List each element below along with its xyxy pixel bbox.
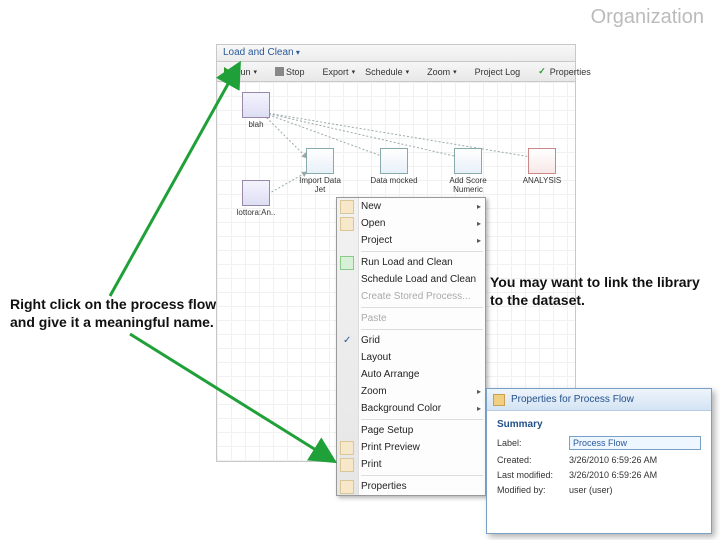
menu-project[interactable]: Project ▸ (337, 232, 485, 249)
callout-left: Right click on the process flow and give… (10, 296, 220, 331)
row-modified: Last modified: 3/26/2010 6:59:26 AM (497, 470, 701, 480)
export-button[interactable]: Export (320, 66, 359, 78)
stop-icon (275, 67, 284, 76)
run-button[interactable]: Run▾ (221, 66, 260, 78)
row-modified-by: Modified by: user (user) (497, 485, 701, 495)
menu-load-clean[interactable]: Load and Clean (223, 47, 300, 58)
submenu-arrow-icon: ▸ (477, 236, 481, 245)
play-icon (224, 67, 232, 77)
properties-button[interactable]: ✓ Properties (535, 65, 594, 78)
menu-create-stored[interactable]: Create Stored Process... (337, 288, 485, 305)
menu-label: Zoom (361, 386, 387, 397)
field-value: 3/26/2010 6:59:26 AM (569, 470, 701, 480)
menu-label: Open (361, 218, 385, 229)
new-icon (340, 200, 354, 214)
menu-schedule-flow[interactable]: Schedule Load and Clean (337, 271, 485, 288)
properties-body: Summary Label: Created: 3/26/2010 6:59:2… (487, 411, 711, 504)
toolbar: Run▾ Stop Export Schedule Zoom Project L… (216, 62, 576, 82)
field-label: Created: (497, 455, 569, 465)
menu-page-setup[interactable]: Page Setup (337, 422, 485, 439)
menu-label: New (361, 201, 381, 212)
stop-button[interactable]: Stop (272, 66, 308, 78)
schedule-button[interactable]: Schedule (362, 66, 412, 78)
node-analysis[interactable]: ANALYSIS (517, 148, 567, 185)
submenu-arrow-icon: ▸ (477, 387, 481, 396)
node-label: lottora:An.. (237, 208, 276, 217)
menu-label: Properties (361, 481, 407, 492)
slide-title: Organization (591, 6, 704, 29)
menu-paste: Paste (337, 310, 485, 327)
menu-label: Layout (361, 352, 391, 363)
node-lottora[interactable]: lottora:An.. (231, 180, 281, 217)
label-input[interactable] (569, 436, 701, 450)
menu-properties[interactable]: Properties (337, 478, 485, 495)
node-label: blah (248, 120, 263, 129)
stop-label: Stop (286, 67, 305, 77)
field-label: Label: (497, 438, 569, 448)
node-label: ANALYSIS (523, 176, 562, 185)
properties-title: Properties for Process Flow (511, 394, 634, 405)
menu-auto-arrange[interactable]: Auto Arrange (337, 366, 485, 383)
check-icon: ✓ (538, 66, 546, 77)
menu-label: Print (361, 459, 382, 470)
play-icon (340, 256, 354, 270)
menu-separator (361, 419, 483, 420)
menu-label: Run Load and Clean (361, 257, 453, 268)
submenu-arrow-icon: ▸ (477, 219, 481, 228)
zoom-button[interactable]: Zoom (424, 66, 460, 78)
open-icon (340, 217, 354, 231)
node-data-mocked[interactable]: Data mocked (369, 148, 419, 185)
callout-right: You may want to link the library to the … (490, 274, 700, 309)
menu-bgcolor[interactable]: Background Color ▸ (337, 400, 485, 417)
node-blah[interactable]: blah (231, 92, 281, 129)
menu-print-preview[interactable]: Print Preview (337, 439, 485, 456)
submenu-arrow-icon: ▸ (477, 404, 481, 413)
properties-titlebar: Properties for Process Flow (487, 389, 711, 411)
menu-new[interactable]: New ▸ (337, 198, 485, 215)
menu-separator (361, 329, 483, 330)
menu-label: Print Preview (361, 442, 420, 453)
properties-icon (340, 480, 354, 494)
project-log-button[interactable]: Project Log (472, 66, 524, 78)
summary-heading: Summary (497, 419, 701, 430)
node-label: Add Score Numeric (449, 176, 486, 194)
menubar[interactable]: Load and Clean (216, 44, 576, 62)
menu-zoom[interactable]: Zoom ▸ (337, 383, 485, 400)
node-label: Import Data Jet (299, 176, 341, 194)
menu-separator (361, 251, 483, 252)
menu-label: Page Setup (361, 425, 413, 436)
node-import[interactable]: Import Data Jet (295, 148, 345, 194)
properties-window: Properties for Process Flow Summary Labe… (486, 388, 712, 534)
menu-open[interactable]: Open ▸ (337, 215, 485, 232)
menu-layout[interactable]: Layout (337, 349, 485, 366)
print-icon (340, 458, 354, 472)
menu-label: Background Color (361, 403, 441, 414)
menu-label: Auto Arrange (361, 369, 419, 380)
menu-run-flow[interactable]: Run Load and Clean (337, 254, 485, 271)
field-value: user (user) (569, 485, 701, 495)
menu-label: Create Stored Process... (361, 291, 471, 302)
field-label: Last modified: (497, 470, 569, 480)
menu-label: Grid (361, 335, 380, 346)
submenu-arrow-icon: ▸ (477, 202, 481, 211)
preview-icon (340, 441, 354, 455)
context-menu: New ▸ Open ▸ Project ▸ Run Load and Clean S… (336, 197, 486, 496)
row-label: Label: (497, 436, 701, 450)
project-log-label: Project Log (475, 67, 521, 77)
menu-label: Project (361, 235, 392, 246)
row-created: Created: 3/26/2010 6:59:26 AM (497, 455, 701, 465)
menu-separator (361, 475, 483, 476)
node-add-score[interactable]: Add Score Numeric (443, 148, 493, 194)
menu-grid[interactable]: Grid (337, 332, 485, 349)
run-label: Run (234, 67, 251, 77)
menu-separator (361, 307, 483, 308)
menu-label: Paste (361, 313, 387, 324)
menu-label: Schedule Load and Clean (361, 274, 476, 285)
field-value: 3/26/2010 6:59:26 AM (569, 455, 701, 465)
flow-icon (493, 394, 505, 406)
node-label: Data mocked (370, 176, 417, 185)
field-label: Modified by: (497, 485, 569, 495)
properties-label: Properties (550, 67, 591, 77)
menu-print[interactable]: Print (337, 456, 485, 473)
